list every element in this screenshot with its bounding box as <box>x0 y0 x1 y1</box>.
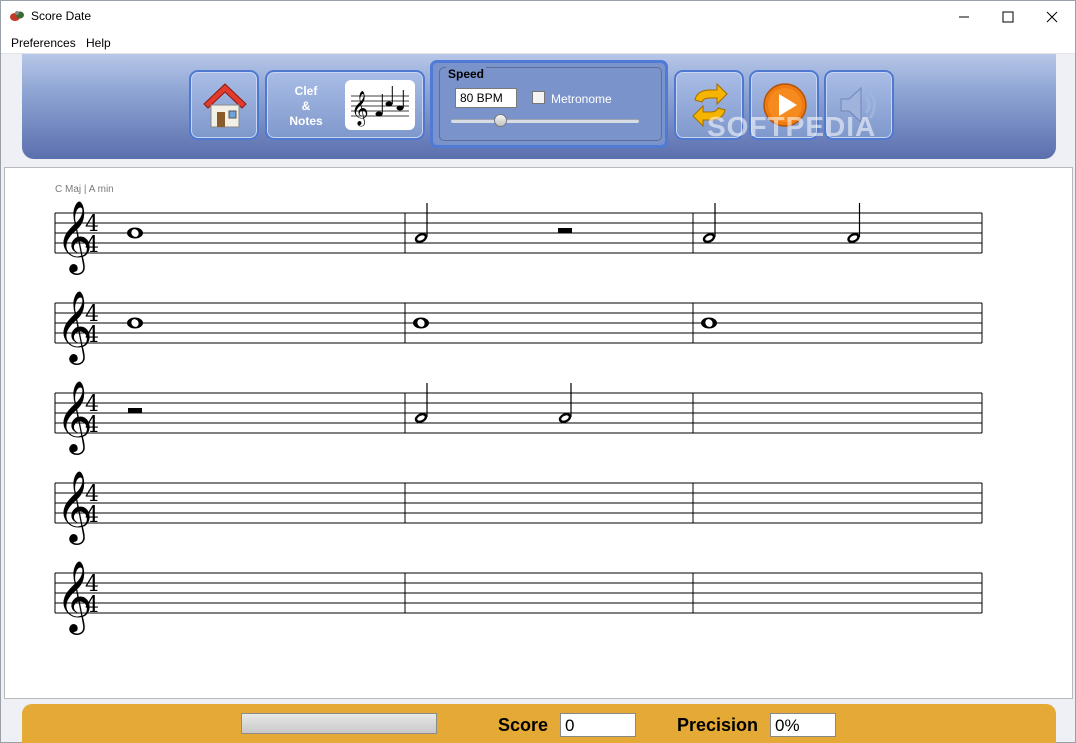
close-icon <box>1046 11 1058 23</box>
clef-notes-label: Clef & Notes <box>281 84 331 129</box>
menu-help[interactable]: Help <box>86 36 111 50</box>
app-logo-icon <box>10 11 24 21</box>
maximize-icon <box>1002 11 1014 23</box>
clef-label-line3: Notes <box>289 114 323 128</box>
clef-notes-icon: 𝄞 <box>345 80 415 130</box>
speed-slider[interactable] <box>451 119 639 123</box>
time-signature-bottom: 4 <box>85 593 99 618</box>
metronome-label: Metronome <box>551 92 612 106</box>
app-window: Score Date Preferences Help Clef & Notes… <box>0 0 1076 743</box>
precision-value: 0% <box>770 713 836 737</box>
clef-label-line1: Clef <box>294 84 318 98</box>
clef-label-line2: & <box>301 99 311 113</box>
minimize-icon <box>959 16 969 18</box>
time-signature-bottom: 4 <box>85 233 99 258</box>
half-rest <box>128 408 142 413</box>
watermark-text: SOFTPEDIA <box>707 111 877 142</box>
svg-text:𝄞: 𝄞 <box>351 91 369 127</box>
precision-label: Precision <box>677 715 759 735</box>
score-sheet[interactable]: C Maj | A min 𝄞 4 4 𝄞 4 4 𝄞 4 4 𝄞 4 4 𝄞 4 4 <box>4 167 1073 699</box>
title-bar: Score Date <box>1 1 1075 32</box>
toolbar: Clef & Notes 𝄞 Speed 80 BPM Metronome <box>22 54 1056 159</box>
minimize-button[interactable] <box>941 1 987 32</box>
home-icon <box>203 83 247 128</box>
menu-bar: Preferences Help <box>1 32 1075 54</box>
home-button[interactable] <box>189 70 259 140</box>
progress-bar <box>241 713 437 734</box>
maximize-button[interactable] <box>985 1 1031 32</box>
time-signature-bottom: 4 <box>85 323 99 348</box>
score-value: 0 <box>560 713 636 737</box>
half-rest <box>558 228 572 233</box>
close-button[interactable] <box>1029 1 1075 32</box>
metronome-checkbox[interactable] <box>532 91 545 104</box>
time-signature-bottom: 4 <box>85 413 99 438</box>
bpm-input[interactable]: 80 BPM <box>455 88 517 108</box>
speed-panel: Speed 80 BPM Metronome <box>430 60 668 148</box>
staff-system: 𝄞44𝄞44𝄞44𝄞44𝄞44 <box>54 199 983 635</box>
speed-title: Speed <box>446 67 487 81</box>
speed-slider-thumb[interactable] <box>493 114 507 127</box>
menu-preferences[interactable]: Preferences <box>11 36 76 50</box>
score-label: Score <box>498 715 549 735</box>
status-bar: Score 0 Precision 0% <box>22 704 1056 743</box>
time-signature-bottom: 4 <box>85 503 99 528</box>
window-title: Score Date <box>31 9 92 23</box>
clef-notes-button[interactable]: Clef & Notes 𝄞 <box>265 70 425 140</box>
